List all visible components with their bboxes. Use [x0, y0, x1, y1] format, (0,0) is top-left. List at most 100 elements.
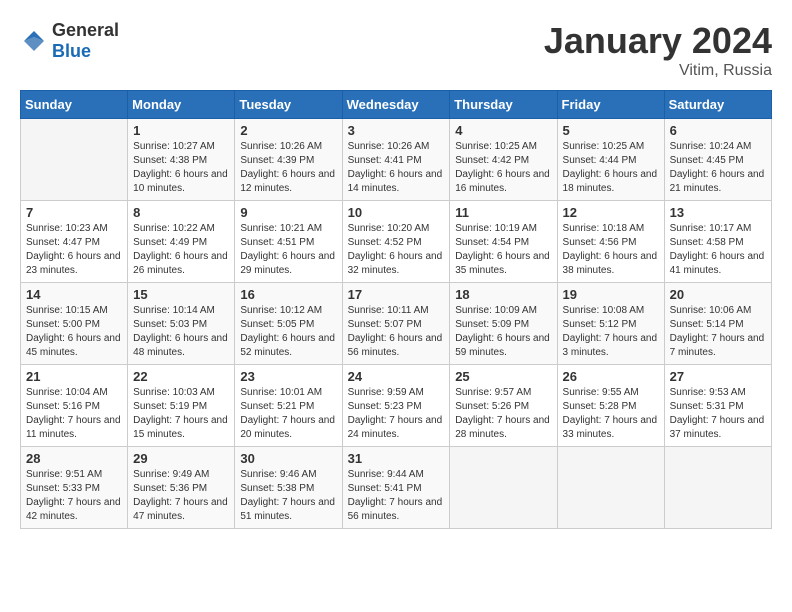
calendar-cell: 7 Sunrise: 10:23 AM Sunset: 4:47 PM Dayl… — [21, 201, 128, 283]
sunrise-time: Sunrise: 9:46 AM — [240, 469, 316, 480]
sunset-time: Sunset: 4:58 PM — [670, 237, 744, 248]
day-number: 16 — [240, 287, 336, 302]
sunset-time: Sunset: 4:38 PM — [133, 155, 207, 166]
calendar-cell: 10 Sunrise: 10:20 AM Sunset: 4:52 PM Day… — [342, 201, 450, 283]
day-number: 9 — [240, 205, 336, 220]
sunset-time: Sunset: 4:49 PM — [133, 237, 207, 248]
calendar-cell — [664, 447, 771, 529]
sunset-time: Sunset: 5:07 PM — [348, 319, 422, 330]
sunset-time: Sunset: 4:56 PM — [563, 237, 637, 248]
daylight-hours: Daylight: 6 hours and 52 minutes. — [240, 333, 335, 358]
day-info: Sunrise: 10:25 AM Sunset: 4:42 PM Daylig… — [455, 140, 551, 196]
calendar-cell: 4 Sunrise: 10:25 AM Sunset: 4:42 PM Dayl… — [450, 119, 557, 201]
sunset-time: Sunset: 5:14 PM — [670, 319, 744, 330]
day-number: 29 — [133, 451, 229, 466]
calendar-cell: 12 Sunrise: 10:18 AM Sunset: 4:56 PM Day… — [557, 201, 664, 283]
day-info: Sunrise: 10:23 AM Sunset: 4:47 PM Daylig… — [26, 222, 122, 278]
daylight-hours: Daylight: 6 hours and 32 minutes. — [348, 251, 443, 276]
day-info: Sunrise: 10:01 AM Sunset: 5:21 PM Daylig… — [240, 386, 336, 442]
calendar-cell: 18 Sunrise: 10:09 AM Sunset: 5:09 PM Day… — [450, 283, 557, 365]
day-number: 25 — [455, 369, 551, 384]
daylight-hours: Daylight: 7 hours and 7 minutes. — [670, 333, 765, 358]
sunset-time: Sunset: 5:03 PM — [133, 319, 207, 330]
calendar-cell: 16 Sunrise: 10:12 AM Sunset: 5:05 PM Day… — [235, 283, 342, 365]
calendar-cell: 6 Sunrise: 10:24 AM Sunset: 4:45 PM Dayl… — [664, 119, 771, 201]
sunset-time: Sunset: 5:41 PM — [348, 483, 422, 494]
day-number: 19 — [563, 287, 659, 302]
page-header: General Blue January 2024 Vitim, Russia — [20, 20, 772, 80]
day-of-week-header: Tuesday — [235, 91, 342, 119]
sunset-time: Sunset: 5:00 PM — [26, 319, 100, 330]
daylight-hours: Daylight: 7 hours and 33 minutes. — [563, 415, 658, 440]
calendar-cell: 25 Sunrise: 9:57 AM Sunset: 5:26 PM Dayl… — [450, 365, 557, 447]
daylight-hours: Daylight: 7 hours and 24 minutes. — [348, 415, 443, 440]
daylight-hours: Daylight: 7 hours and 56 minutes. — [348, 497, 443, 522]
sunset-time: Sunset: 5:12 PM — [563, 319, 637, 330]
daylight-hours: Daylight: 7 hours and 20 minutes. — [240, 415, 335, 440]
sunrise-time: Sunrise: 9:57 AM — [455, 387, 531, 398]
sunset-time: Sunset: 5:21 PM — [240, 401, 314, 412]
day-number: 10 — [348, 205, 445, 220]
calendar-cell: 23 Sunrise: 10:01 AM Sunset: 5:21 PM Day… — [235, 365, 342, 447]
sunrise-time: Sunrise: 10:14 AM — [133, 305, 215, 316]
day-info: Sunrise: 10:26 AM Sunset: 4:39 PM Daylig… — [240, 140, 336, 196]
day-number: 14 — [26, 287, 122, 302]
sunrise-time: Sunrise: 9:59 AM — [348, 387, 424, 398]
day-info: Sunrise: 10:27 AM Sunset: 4:38 PM Daylig… — [133, 140, 229, 196]
day-info: Sunrise: 9:57 AM Sunset: 5:26 PM Dayligh… — [455, 386, 551, 442]
day-number: 2 — [240, 123, 336, 138]
sunset-time: Sunset: 5:05 PM — [240, 319, 314, 330]
day-of-week-header: Friday — [557, 91, 664, 119]
sunset-time: Sunset: 5:26 PM — [455, 401, 529, 412]
calendar-cell: 5 Sunrise: 10:25 AM Sunset: 4:44 PM Dayl… — [557, 119, 664, 201]
sunset-time: Sunset: 5:09 PM — [455, 319, 529, 330]
sunrise-time: Sunrise: 10:22 AM — [133, 223, 215, 234]
day-info: Sunrise: 10:26 AM Sunset: 4:41 PM Daylig… — [348, 140, 445, 196]
sunset-time: Sunset: 4:44 PM — [563, 155, 637, 166]
calendar-week-row: 7 Sunrise: 10:23 AM Sunset: 4:47 PM Dayl… — [21, 201, 772, 283]
daylight-hours: Daylight: 6 hours and 41 minutes. — [670, 251, 765, 276]
sunrise-time: Sunrise: 10:11 AM — [348, 305, 429, 316]
calendar-cell: 3 Sunrise: 10:26 AM Sunset: 4:41 PM Dayl… — [342, 119, 450, 201]
day-info: Sunrise: 10:09 AM Sunset: 5:09 PM Daylig… — [455, 304, 551, 360]
day-number: 21 — [26, 369, 122, 384]
day-number: 18 — [455, 287, 551, 302]
calendar-week-row: 28 Sunrise: 9:51 AM Sunset: 5:33 PM Dayl… — [21, 447, 772, 529]
day-number: 6 — [670, 123, 766, 138]
calendar-cell — [557, 447, 664, 529]
day-info: Sunrise: 10:04 AM Sunset: 5:16 PM Daylig… — [26, 386, 122, 442]
daylight-hours: Daylight: 7 hours and 47 minutes. — [133, 497, 228, 522]
sunrise-time: Sunrise: 10:15 AM — [26, 305, 108, 316]
daylight-hours: Daylight: 6 hours and 18 minutes. — [563, 169, 658, 194]
calendar-cell: 20 Sunrise: 10:06 AM Sunset: 5:14 PM Day… — [664, 283, 771, 365]
calendar-cell: 17 Sunrise: 10:11 AM Sunset: 5:07 PM Day… — [342, 283, 450, 365]
day-info: Sunrise: 10:03 AM Sunset: 5:19 PM Daylig… — [133, 386, 229, 442]
logo-blue: Blue — [52, 41, 91, 61]
calendar-header-row: SundayMondayTuesdayWednesdayThursdayFrid… — [21, 91, 772, 119]
sunset-time: Sunset: 5:31 PM — [670, 401, 744, 412]
day-info: Sunrise: 9:51 AM Sunset: 5:33 PM Dayligh… — [26, 468, 122, 524]
calendar-cell: 9 Sunrise: 10:21 AM Sunset: 4:51 PM Dayl… — [235, 201, 342, 283]
calendar-cell: 11 Sunrise: 10:19 AM Sunset: 4:54 PM Day… — [450, 201, 557, 283]
day-number: 7 — [26, 205, 122, 220]
calendar-cell: 31 Sunrise: 9:44 AM Sunset: 5:41 PM Dayl… — [342, 447, 450, 529]
day-number: 26 — [563, 369, 659, 384]
day-number: 13 — [670, 205, 766, 220]
day-of-week-header: Saturday — [664, 91, 771, 119]
daylight-hours: Daylight: 7 hours and 11 minutes. — [26, 415, 121, 440]
sunset-time: Sunset: 4:45 PM — [670, 155, 744, 166]
day-number: 22 — [133, 369, 229, 384]
calendar-cell: 14 Sunrise: 10:15 AM Sunset: 5:00 PM Day… — [21, 283, 128, 365]
calendar-cell: 1 Sunrise: 10:27 AM Sunset: 4:38 PM Dayl… — [128, 119, 235, 201]
sunset-time: Sunset: 5:16 PM — [26, 401, 100, 412]
sunset-time: Sunset: 4:54 PM — [455, 237, 529, 248]
sunrise-time: Sunrise: 10:25 AM — [563, 141, 645, 152]
sunset-time: Sunset: 5:23 PM — [348, 401, 422, 412]
title-block: January 2024 Vitim, Russia — [544, 20, 772, 80]
daylight-hours: Daylight: 6 hours and 23 minutes. — [26, 251, 121, 276]
calendar-week-row: 14 Sunrise: 10:15 AM Sunset: 5:00 PM Day… — [21, 283, 772, 365]
logo-wordmark: General Blue — [52, 20, 119, 62]
day-number: 30 — [240, 451, 336, 466]
day-info: Sunrise: 10:20 AM Sunset: 4:52 PM Daylig… — [348, 222, 445, 278]
daylight-hours: Daylight: 6 hours and 10 minutes. — [133, 169, 228, 194]
